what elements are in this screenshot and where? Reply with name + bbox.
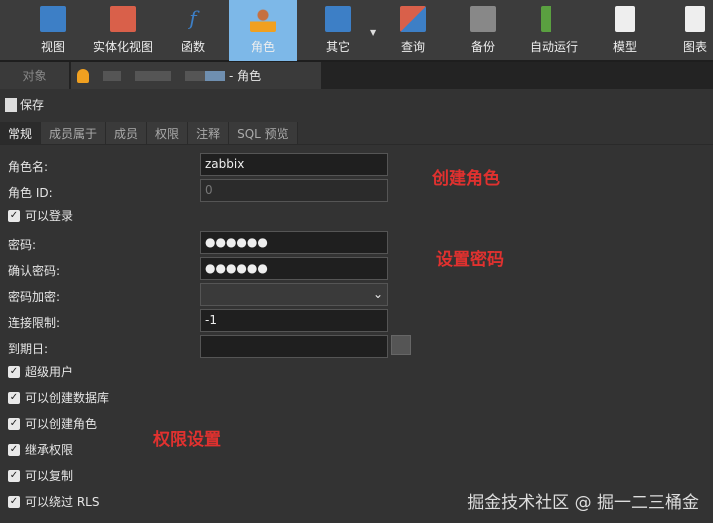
tab-sql-preview[interactable]: SQL 预览 [229,122,298,144]
tab-members[interactable]: 成员 [106,122,148,144]
label: 角色 [250,40,275,54]
toolbar-function[interactable]: f 函数 [160,0,226,61]
role-icon [250,6,276,32]
toolbar-other[interactable]: 其它 [305,0,371,61]
connection-limit-label: 连接限制: [8,316,61,330]
label: 可以复制 [25,469,74,483]
label: 自动运行 [529,40,578,54]
query-icon [400,6,426,32]
redacted [103,70,121,81]
materialized-view-icon [110,6,136,32]
can-login-checkbox[interactable]: ✓ 可以登录 [8,207,73,224]
view-icon [40,6,66,32]
check-icon: ✓ [8,469,20,482]
label: 图表 [682,40,707,54]
tab-title: - 角色 [229,69,262,83]
document-tabs: 对象 - 角色 [0,62,713,89]
role-editor-tab[interactable]: - 角色 [71,62,321,89]
expiry-input[interactable] [200,335,388,358]
function-icon: f [189,6,197,30]
toolbar-automation[interactable]: 自动运行 [520,0,588,61]
objects-tab[interactable]: 对象 [0,62,70,89]
backup-icon [470,6,496,32]
connection-limit-input[interactable]: -1 [200,309,388,332]
label: 查询 [400,40,425,54]
create-role-checkbox[interactable]: ✓ 可以创建角色 [8,415,97,432]
save-icon [5,97,17,112]
tab-member-of[interactable]: 成员属于 [41,122,107,144]
check-icon: ✓ [8,417,20,430]
chevron-down-icon: ⌄ [372,287,383,301]
role-name-input[interactable]: zabbix [200,153,388,176]
password-label: 密码: [8,238,37,252]
label: 对象 [22,69,47,83]
label: 可以登录 [25,209,74,223]
save-button[interactable]: 保存 [5,96,44,113]
label: 可以绕过 RLS [25,495,100,509]
check-icon: ✓ [8,443,20,456]
redacted [135,70,171,81]
inherit-checkbox[interactable]: ✓ 继承权限 [8,441,73,458]
editor-tabs: 常规 成员属于 成员 权限 注释 SQL 预览 [0,122,713,145]
bypass-rls-checkbox[interactable]: ✓ 可以绕过 RLS [8,493,99,510]
role-name-label: 角色名: [8,160,49,174]
annotation-permissions: 权限设置 [153,430,221,450]
toolbar-chart[interactable]: 图表 [662,0,713,61]
label: 实体化视图 [92,40,153,54]
model-icon [615,6,635,32]
toolbar: 视图 实体化视图 f 函数 角色 其它 ▼ 查询 备份 自动运行 模型 图表 [0,0,713,62]
label: 保存 [20,98,45,112]
toolbar-view[interactable]: 视图 [20,0,86,61]
replication-checkbox[interactable]: ✓ 可以复制 [8,467,73,484]
password-encryption-select[interactable]: ⌄ [200,283,388,306]
toolbar-backup[interactable]: 备份 [450,0,516,61]
tab-privileges[interactable]: 权限 [147,122,189,144]
role-icon [77,68,89,83]
date-picker-button[interactable] [391,335,411,355]
label: 可以创建数据库 [25,391,110,405]
automation-icon [541,6,567,32]
toolbar-model[interactable]: 模型 [592,0,658,61]
tab-comment[interactable]: 注释 [188,122,230,144]
superuser-checkbox[interactable]: ✓ 超级用户 [8,363,73,380]
password-encryption-label: 密码加密: [8,290,61,304]
chart-icon [685,6,705,32]
expiry-label: 到期日: [8,342,49,356]
create-db-checkbox[interactable]: ✓ 可以创建数据库 [8,389,109,406]
check-icon: ✓ [8,391,20,404]
label: 继承权限 [25,443,74,457]
label: 函数 [180,40,205,54]
label: 超级用户 [25,365,74,379]
annotation-create-role: 创建角色 [432,169,500,189]
role-id-label: 角色 ID: [8,186,53,200]
tools-icon [325,6,351,32]
label: 备份 [470,40,495,54]
check-icon: ✓ [8,495,20,508]
toolbar-role[interactable]: 角色 [229,0,297,61]
toolbar-query[interactable]: 查询 [380,0,446,61]
password-input[interactable]: ●●●●●● [200,231,388,254]
label: 模型 [612,40,637,54]
confirm-password-label: 确认密码: [8,264,61,278]
label: 可以创建角色 [25,417,98,431]
label: 其它 [325,40,350,54]
check-icon: ✓ [8,209,20,222]
confirm-password-input[interactable]: ●●●●●● [200,257,388,280]
dropdown-arrow-icon[interactable]: ▼ [370,28,376,37]
check-icon: ✓ [8,365,20,378]
watermark: 掘金技术社区 @ 掘一二三桶金 [467,493,699,513]
annotation-set-password: 设置密码 [436,250,504,270]
redacted [185,70,225,81]
tab-general[interactable]: 常规 [0,122,42,144]
label: 视图 [40,40,65,54]
toolbar-materialized-view[interactable]: 实体化视图 [88,0,158,61]
role-id-input: 0 [200,179,388,202]
